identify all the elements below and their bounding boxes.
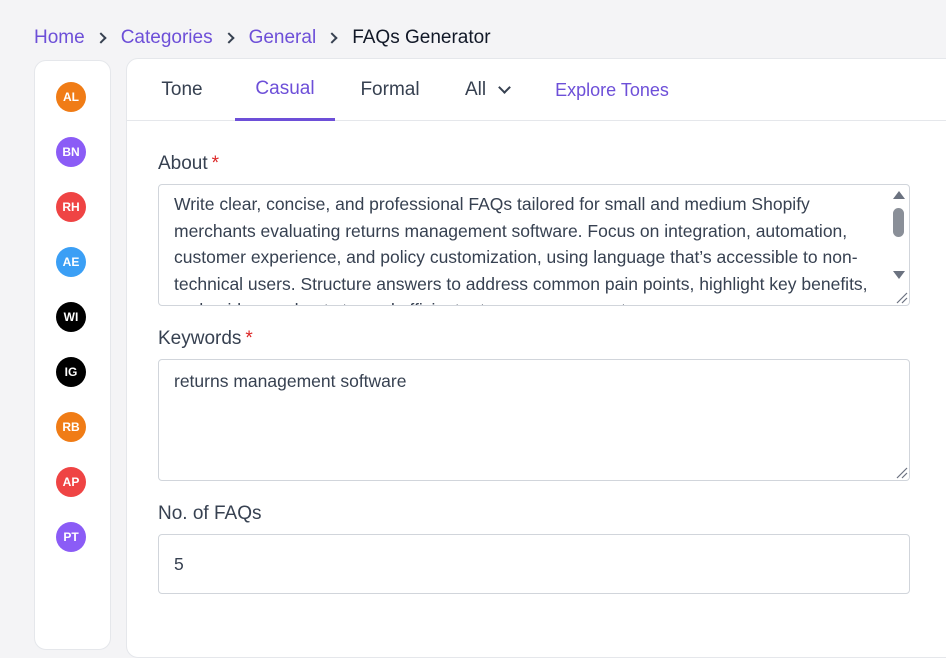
keywords-label-text: Keywords <box>158 328 242 349</box>
avatar[interactable]: AP <box>56 467 86 497</box>
required-mark: * <box>211 153 220 174</box>
scroll-down-arrow-icon[interactable] <box>893 271 905 279</box>
avatar[interactable]: BN <box>56 137 86 167</box>
num-faqs-label: No. of FAQs <box>158 503 262 524</box>
about-scrollbar[interactable] <box>889 187 907 291</box>
chevron-right-icon <box>222 32 235 44</box>
about-textarea[interactable]: Write clear, concise, and professional F… <box>158 184 910 306</box>
avatar[interactable]: IG <box>56 357 86 387</box>
tone-tabs: Tone Casual Formal All Explore Tones <box>127 59 946 121</box>
avatar[interactable]: RB <box>56 412 86 442</box>
avatar[interactable]: RH <box>56 192 86 222</box>
about-label-text: About <box>158 153 208 174</box>
avatar[interactable]: AL <box>56 82 86 112</box>
chevron-right-icon <box>95 32 107 44</box>
tab-casual[interactable]: Casual <box>235 59 335 121</box>
scroll-up-arrow-icon[interactable] <box>893 191 905 199</box>
resize-grip-icon[interactable] <box>894 290 908 304</box>
tab-formal[interactable]: Formal <box>349 59 431 121</box>
avatar[interactable]: AE <box>56 247 86 277</box>
tab-tone[interactable]: Tone <box>147 59 217 121</box>
breadcrumb: Home Categories General FAQs Generator <box>34 26 491 50</box>
avatar[interactable]: WI <box>56 302 86 332</box>
about-label: About * <box>158 153 219 175</box>
explore-tones-link[interactable]: Explore Tones <box>547 59 677 121</box>
breadcrumb-categories[interactable]: Categories <box>121 27 213 49</box>
chevron-right-icon <box>326 32 338 44</box>
avatar-rail: AL BN RH AE WI IG RB AP PT <box>34 60 111 650</box>
resize-grip-icon[interactable] <box>894 465 908 479</box>
scroll-thumb[interactable] <box>893 208 904 237</box>
keywords-label: Keywords * <box>158 328 253 350</box>
avatar[interactable]: PT <box>56 522 86 552</box>
breadcrumb-current: FAQs Generator <box>352 27 491 48</box>
breadcrumb-home[interactable]: Home <box>34 27 85 49</box>
num-faqs-input[interactable]: 5 <box>158 534 910 594</box>
faq-generator-panel: Tone Casual Formal All Explore Tones Abo… <box>126 58 946 658</box>
tab-all-label: All <box>464 79 487 100</box>
breadcrumb-general[interactable]: General <box>249 27 317 49</box>
tab-all-dropdown[interactable]: All <box>457 59 517 121</box>
chevron-down-icon <box>498 81 511 94</box>
keywords-textarea[interactable]: returns management software <box>158 359 910 481</box>
required-mark: * <box>245 328 253 349</box>
